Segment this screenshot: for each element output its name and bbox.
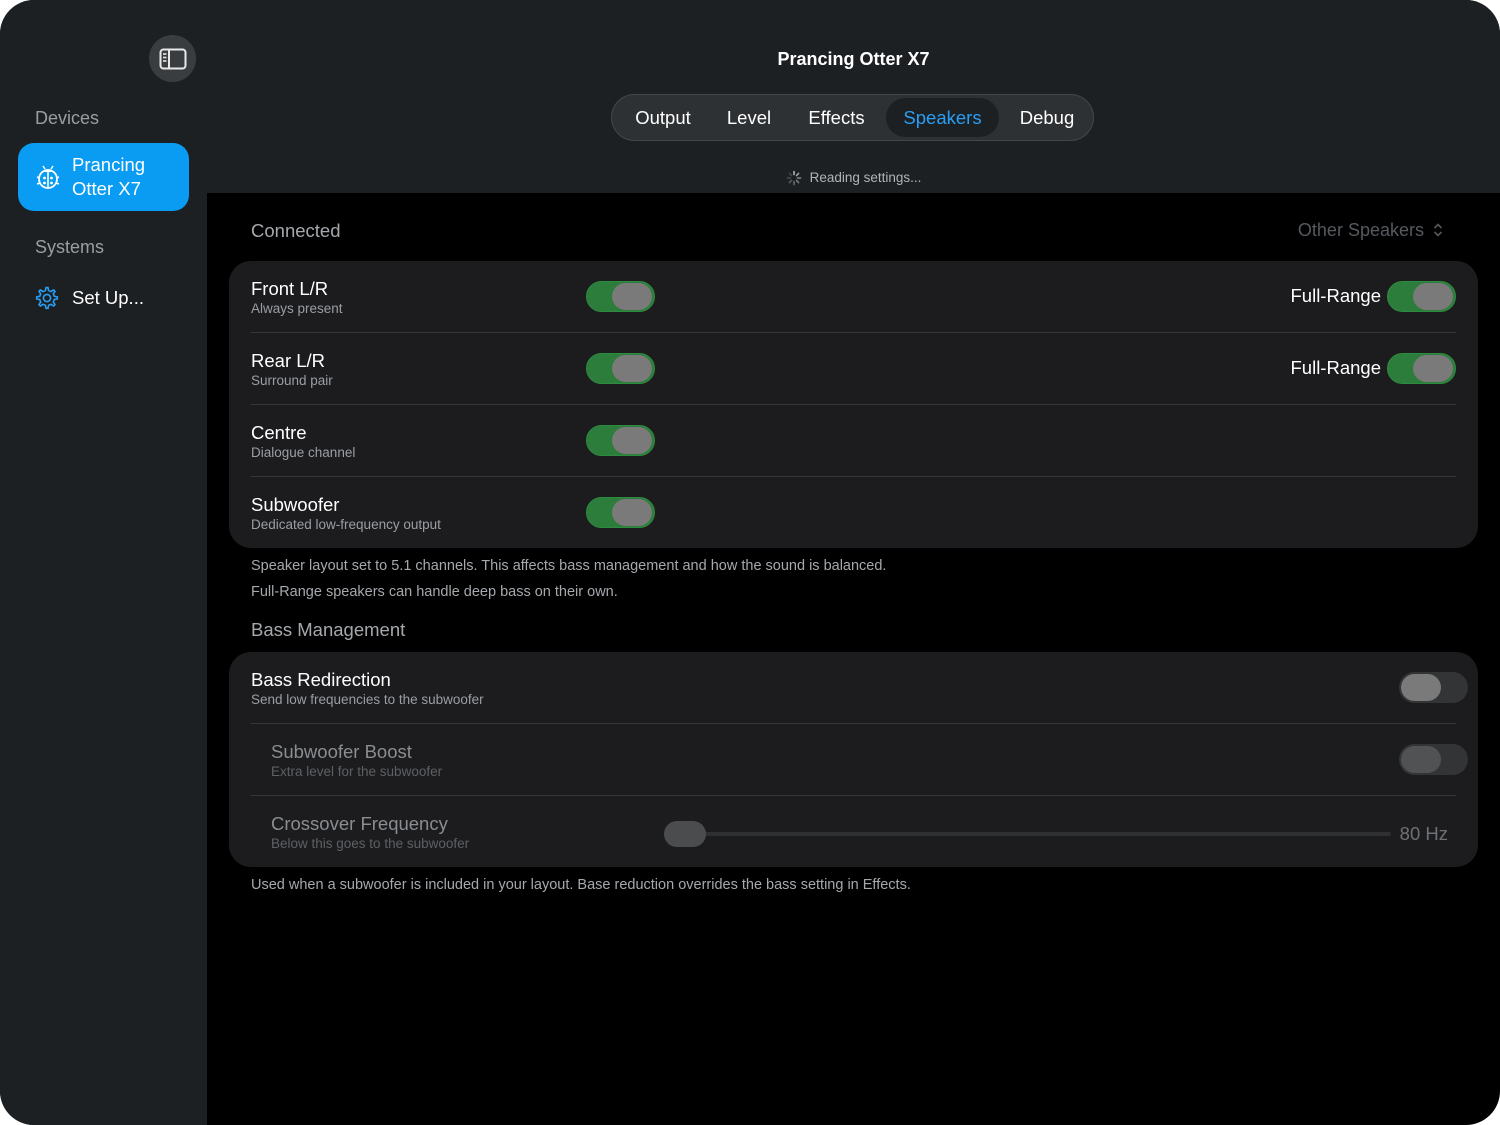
subwoofer-boost-row: Subwoofer Boost Extra level for the subw… [251, 724, 1468, 796]
sidebar-item-setup[interactable]: Set Up... [34, 285, 144, 311]
spinner-icon [786, 171, 801, 186]
page-title: Prancing Otter X7 [777, 49, 930, 69]
header: Prancing Otter X7 Output Level Effects S… [207, 0, 1500, 193]
app-window: Devices Prancing Otter X7 Systems Set Up… [0, 0, 1500, 1125]
speaker-name: Front L/R [251, 278, 329, 299]
speaker-row-centre: Centre Dialogue channel [251, 405, 1456, 477]
crossover-value: 80 Hz [1399, 823, 1448, 844]
connected-section-title: Connected [251, 220, 341, 241]
speaker-row-front: Front L/R Always present Full-Range [251, 261, 1456, 333]
devices-heading: Devices [35, 108, 100, 128]
speaker-subtitle: Dedicated low-frequency output [251, 517, 441, 532]
ladybug-icon [36, 165, 60, 189]
sidebar: Devices Prancing Otter X7 Systems Set Up… [0, 0, 207, 1125]
tab-debug[interactable]: Debug [1006, 95, 1088, 140]
connected-speakers-card: Front L/R Always present Full-Range Rear… [229, 261, 1478, 548]
full-range-label: Full-Range [1290, 285, 1382, 306]
subwoofer-boost-toggle[interactable] [1399, 744, 1468, 775]
full-range-note: Full-Range speakers can handle deep bass… [251, 584, 618, 600]
speaker-layout-note: Speaker layout set to 5.1 channels. This… [251, 558, 887, 574]
gear-icon [35, 286, 59, 310]
bass-redirection-row: Bass Redirection Send low frequencies to… [251, 652, 1468, 724]
front-full-range-toggle[interactable] [1387, 281, 1456, 312]
speaker-name: Centre [251, 422, 307, 443]
front-enabled-toggle[interactable] [586, 281, 655, 312]
tab-effects[interactable]: Effects [795, 95, 878, 140]
rear-full-range-toggle[interactable] [1387, 353, 1456, 384]
centre-enabled-toggle[interactable] [586, 425, 655, 456]
subwoofer-boost-name: Subwoofer Boost [271, 741, 412, 762]
chevron-up-down-icon [1433, 223, 1443, 237]
bass-redirection-toggle[interactable] [1399, 672, 1468, 703]
sidebar-item-prancing-otter[interactable]: Prancing Otter X7 [18, 143, 189, 211]
setup-label: Set Up... [72, 287, 144, 308]
tab-speakers[interactable]: Speakers [886, 98, 999, 137]
bass-section-title: Bass Management [251, 619, 406, 640]
speaker-name: Rear L/R [251, 350, 326, 371]
sidebar-icon [159, 48, 186, 69]
speaker-name: Subwoofer [251, 494, 340, 515]
crossover-frequency-row: Crossover Frequency Below this goes to t… [251, 796, 1456, 868]
sidebar-toggle-button[interactable] [149, 35, 196, 82]
speaker-row-subwoofer: Subwoofer Dedicated low-frequency output [251, 477, 1456, 549]
status-line: Reading settings... [207, 170, 1500, 186]
rear-enabled-toggle[interactable] [586, 353, 655, 384]
other-speakers-label: Other Speakers [1297, 220, 1424, 240]
bass-note: Used when a subwoofer is included in you… [251, 877, 911, 893]
bass-management-card: Bass Redirection Send low frequencies to… [229, 652, 1478, 867]
crossover-subtitle: Below this goes to the subwoofer [271, 836, 470, 851]
tab-bar: Output Level Effects Speakers Debug [611, 94, 1094, 141]
speaker-subtitle: Surround pair [251, 373, 333, 388]
bass-redirection-subtitle: Send low frequencies to the subwoofer [251, 692, 484, 707]
status-text: Reading settings... [809, 170, 922, 185]
speaker-subtitle: Always present [251, 301, 343, 316]
device-name-label: Prancing Otter X7 [72, 154, 146, 199]
subwoofer-boost-subtitle: Extra level for the subwoofer [271, 764, 443, 779]
speaker-row-rear: Rear L/R Surround pair Full-Range [251, 333, 1456, 405]
bass-redirection-name: Bass Redirection [251, 669, 391, 690]
tab-level[interactable]: Level [714, 95, 784, 140]
crossover-slider-thumb[interactable] [664, 821, 706, 847]
systems-heading: Systems [35, 237, 105, 257]
crossover-name: Crossover Frequency [271, 813, 448, 834]
speaker-subtitle: Dialogue channel [251, 445, 356, 460]
crossover-slider-track[interactable] [685, 832, 1391, 836]
full-range-label: Full-Range [1290, 357, 1382, 378]
tab-output[interactable]: Output [622, 95, 704, 140]
subwoofer-enabled-toggle[interactable] [586, 497, 655, 528]
other-speakers-popup[interactable]: Other Speakers [1298, 220, 1443, 241]
